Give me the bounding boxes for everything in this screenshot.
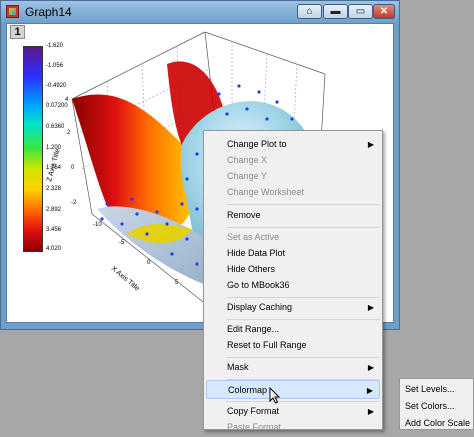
menu-item-label: Reset to Full Range [227, 340, 307, 350]
submenu-arrow-icon: ▶ [366, 386, 373, 395]
menu-item-label: Change Worksheet [227, 187, 304, 197]
colormap-submenu: Set Levels... Set Colors... Add Color Sc… [399, 378, 474, 430]
z-tick-label: 0 [71, 165, 75, 171]
submenu-item-add-color-scale[interactable]: Add Color Scale [405, 414, 470, 432]
menu-item-label: Set as Active [227, 232, 280, 242]
menu-item-label: Hide Others [227, 264, 276, 274]
menu-item-colormap[interactable]: Colormap ▶ [206, 380, 380, 399]
title-bar[interactable]: Graph14 ⌂ ▬ ▭ ✕ [1, 1, 399, 23]
menu-item-label: Remove [227, 210, 261, 220]
menu-item-label: Edit Range... [227, 324, 280, 334]
menu-item-label: Mask [227, 362, 249, 372]
menu-item-label: Change Y [227, 171, 267, 181]
window-title: Graph14 [25, 5, 72, 19]
x-tick-label: -10 [93, 222, 102, 228]
mouse-pointer-icon [269, 387, 281, 404]
submenu-arrow-icon: ▶ [367, 303, 374, 312]
menu-separator [226, 204, 380, 205]
z-tick-label: 4 [65, 97, 69, 103]
menu-item-label: Colormap [228, 385, 268, 395]
menu-item-remove[interactable]: Remove [206, 206, 380, 225]
submenu-item-set-colors[interactable]: Set Colors... [405, 397, 455, 415]
menu-item-label: Copy Format [227, 406, 280, 416]
context-menu: Change Plot to ▶ Change X Change Y Change… [203, 130, 383, 432]
x-axis-title[interactable]: X Axis Title [110, 265, 141, 292]
menu-item-label: Change X [227, 155, 268, 165]
submenu-item-set-levels[interactable]: Set Levels... [405, 380, 455, 398]
graph-app-icon [6, 5, 19, 18]
menu-item-label: Paste Format [227, 422, 282, 432]
menu-item-reset-to-full-range[interactable]: Reset to Full Range [206, 336, 380, 355]
z-axis-title[interactable]: Z Axis Title [46, 148, 62, 183]
menu-item-mask[interactable]: Mask ▶ [206, 358, 380, 377]
menu-item-change-worksheet: Change Worksheet [206, 183, 380, 202]
maximize-button[interactable]: ▭ [348, 4, 373, 19]
minimize-button[interactable]: ▬ [323, 4, 348, 19]
x-tick-label: 5 [175, 280, 179, 286]
menu-item-label: Go to MBook36 [227, 280, 290, 290]
x-tick-label: -5 [119, 240, 125, 246]
submenu-arrow-icon: ▶ [367, 363, 374, 372]
home-button[interactable]: ⌂ [297, 4, 322, 19]
menu-item-go-to-mbook36[interactable]: Go to MBook36 [206, 276, 380, 295]
menu-item-label: Change Plot to [227, 139, 287, 149]
menu-item-display-caching[interactable]: Display Caching ▶ [206, 298, 380, 317]
z-tick-label: -2 [71, 200, 77, 206]
menu-item-label: Hide Data Plot [227, 248, 286, 258]
x-tick-label: 0 [147, 260, 151, 266]
menu-item-label: Display Caching [227, 302, 293, 312]
z-tick-label: 2 [67, 130, 71, 136]
menu-item-paste-format: Paste Format [206, 418, 380, 437]
close-button[interactable]: ✕ [373, 4, 395, 19]
